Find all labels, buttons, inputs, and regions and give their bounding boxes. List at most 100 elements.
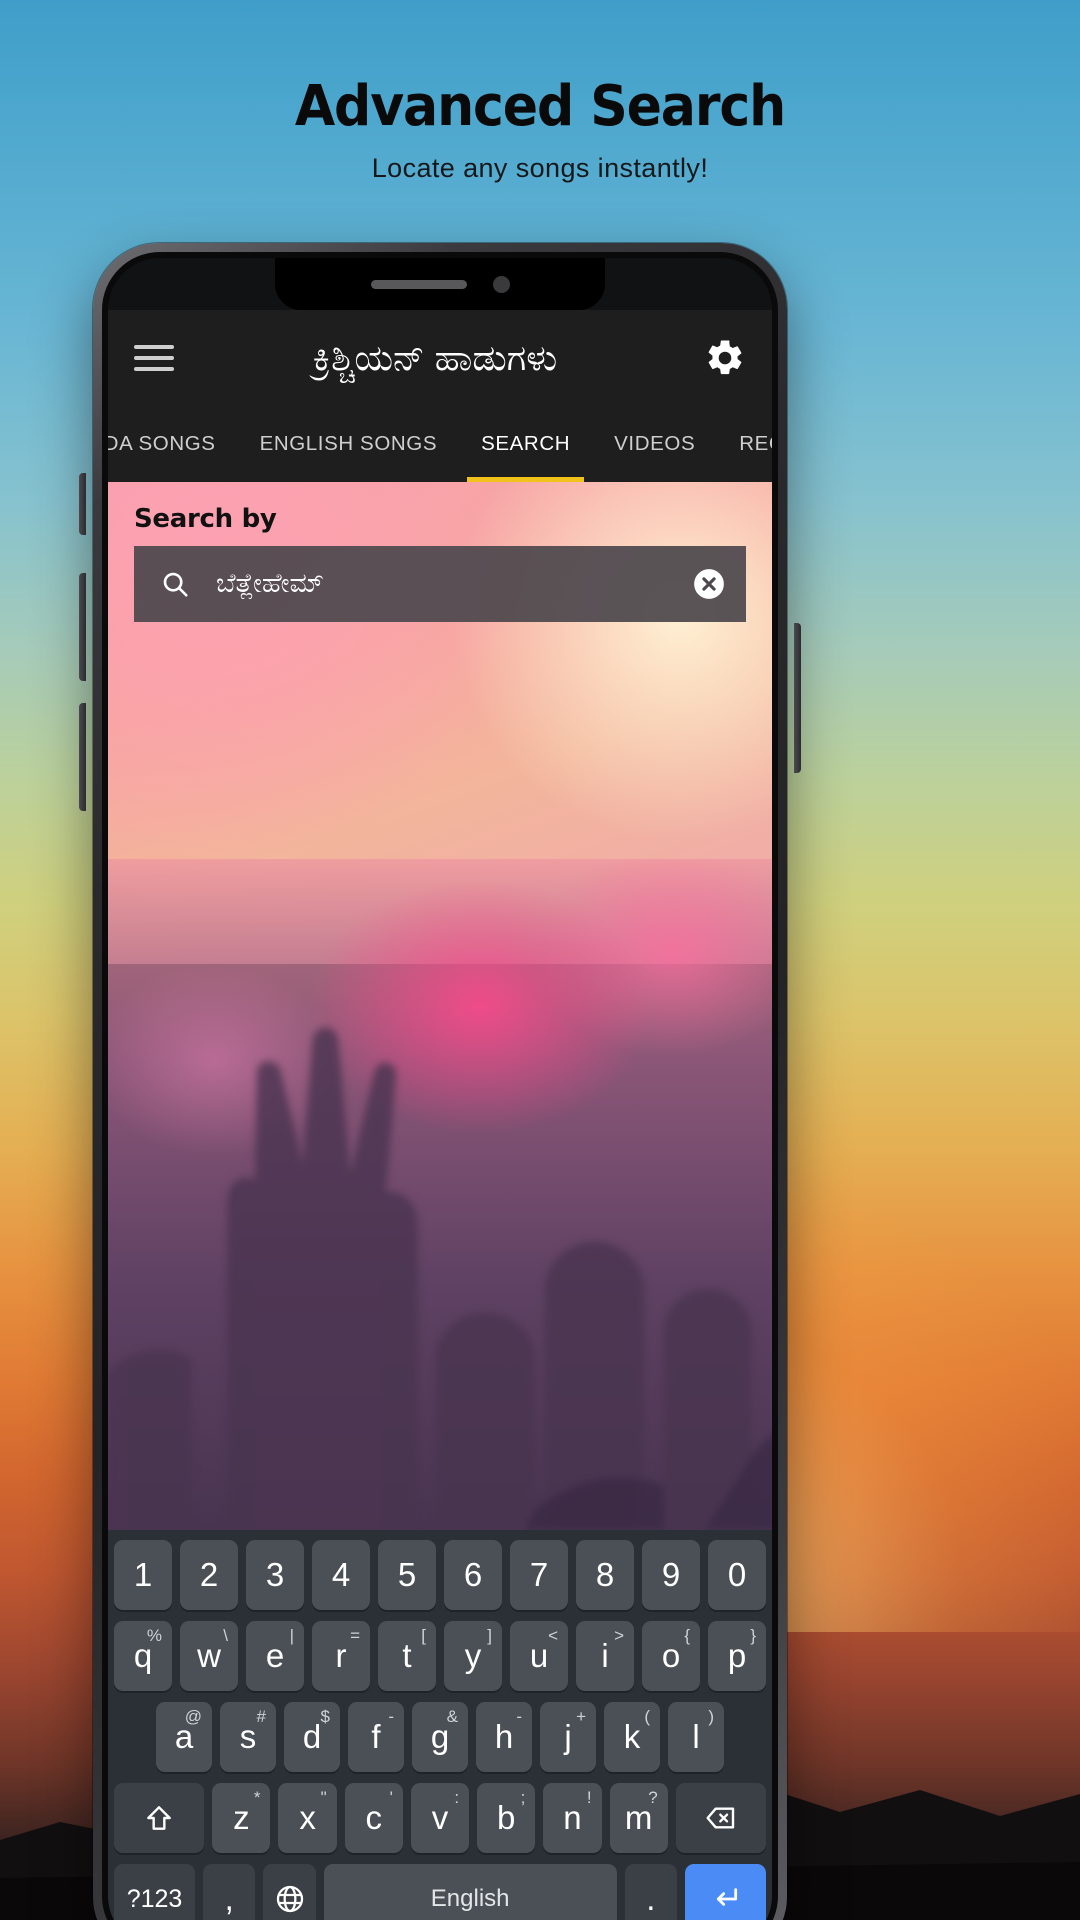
key-t[interactable]: [t xyxy=(378,1621,436,1691)
key-m[interactable]: ? m xyxy=(609,1783,668,1853)
front-camera xyxy=(492,275,510,293)
key-period[interactable]: . xyxy=(624,1864,677,1920)
key-d[interactable]: $ d xyxy=(284,1702,340,1772)
search-input[interactable]: ಬೆತ್ಲೇಹೇಮ್ xyxy=(134,546,746,622)
key-y[interactable]: ] y xyxy=(444,1621,502,1691)
tab-bar[interactable]: NADA SONGS ENGLISH SONGS SEARCH VIDEOS RECEN… xyxy=(108,406,772,482)
keyboard-row: % q \ w | e = r[t] y < u > i{o} p xyxy=(114,1621,766,1691)
enter-icon[interactable] xyxy=(684,1864,767,1920)
globe-icon[interactable] xyxy=(263,1864,316,1920)
key-j[interactable]: + j xyxy=(540,1702,596,1772)
key-4[interactable]: 4 xyxy=(312,1540,370,1610)
key-label: 2 xyxy=(199,1556,219,1593)
key-secondary-label: ] xyxy=(487,1626,492,1645)
key-label: 5 xyxy=(397,1556,417,1593)
key-u[interactable]: < u xyxy=(510,1621,568,1691)
key-0[interactable]: 0 xyxy=(708,1540,766,1610)
app-bar: ಕ್ರಿಶ್ಚಿಯನ್ ಹಾಡುಗಳು xyxy=(108,310,772,406)
phone-screen: ಕ್ರಿಶ್ಚಿಯನ್ ಹಾಡುಗಳು NADA SONGS ENGLISH SO… xyxy=(108,258,772,1920)
search-tab-content: Search by ಬೆತ್ಲೇಹೇಮ್ xyxy=(108,482,772,1530)
key-g[interactable]: & g xyxy=(412,1702,468,1772)
key-label: v xyxy=(431,1799,449,1836)
key-i[interactable]: > i xyxy=(576,1621,634,1691)
hamburger-icon[interactable] xyxy=(134,345,174,371)
key-s[interactable]: # s xyxy=(220,1702,276,1772)
key-label: y xyxy=(464,1637,482,1674)
key-label: 1 xyxy=(133,1556,153,1593)
key-f[interactable]: -f xyxy=(348,1702,404,1772)
key-7[interactable]: 7 xyxy=(510,1540,568,1610)
key-secondary-label: & xyxy=(446,1707,458,1726)
key-o[interactable]: {o xyxy=(642,1621,700,1691)
enter-icon xyxy=(717,1888,738,1906)
key-e[interactable]: | e xyxy=(246,1621,304,1691)
key-secondary-label: * xyxy=(253,1788,261,1807)
key-a[interactable]: @ a xyxy=(156,1702,212,1772)
key-6[interactable]: 6 xyxy=(444,1540,502,1610)
phone-mute-switch[interactable] xyxy=(79,473,86,535)
key-1[interactable]: 1 xyxy=(114,1540,172,1610)
key-label: English xyxy=(430,1885,510,1912)
key-label: ?123 xyxy=(126,1884,183,1913)
key-label: p xyxy=(727,1637,747,1674)
key-h[interactable]: -h xyxy=(476,1702,532,1772)
key-2[interactable]: 2 xyxy=(180,1540,238,1610)
key-v[interactable]: :v xyxy=(410,1783,470,1853)
tab-label: ENGLISH SONGS xyxy=(259,432,438,455)
key-label: e xyxy=(265,1637,285,1674)
key-r[interactable]: = r xyxy=(312,1621,370,1691)
key-label: z xyxy=(233,1799,250,1836)
key-secondary-label: ? xyxy=(648,1788,658,1807)
on-screen-keyboard[interactable]: 1 2 3 4 5 6 7 8 9 0% q \ w | e = r[t] y < u > i{o} p @ a # s $ d - f & g… xyxy=(108,1530,772,1920)
phone-notch xyxy=(275,258,605,310)
tab-nada-songs[interactable]: NADA SONGS xyxy=(108,406,238,482)
key-label: h xyxy=(494,1718,514,1755)
tab-english-songs[interactable]: ENGLISH SONGS xyxy=(238,406,460,482)
background-photo xyxy=(108,482,772,1530)
key-secondary-label: } xyxy=(750,1626,756,1645)
phone-bezel: ಕ್ರಿಶ್ಚಿಯನ್ ಹಾಡುಗಳು NADA SONGS ENGLISH SO… xyxy=(102,252,778,1920)
key-secondary-label: ' xyxy=(389,1788,393,1807)
key-l[interactable]: ) l xyxy=(668,1702,724,1772)
tab-recent[interactable]: RECENT xyxy=(717,406,772,482)
key-symbols[interactable]: ?123 xyxy=(114,1864,196,1920)
key-b[interactable]: ; b xyxy=(477,1783,536,1853)
tab-search[interactable]: SEARCH xyxy=(459,406,592,482)
backspace-icon[interactable] xyxy=(675,1783,766,1853)
key-label: o xyxy=(661,1637,681,1674)
key-secondary-label: \ xyxy=(223,1626,228,1645)
phone-volume-up-button[interactable] xyxy=(79,573,86,681)
key-label: 6 xyxy=(463,1556,483,1593)
shift-icon[interactable] xyxy=(114,1783,205,1853)
key-secondary-label: = xyxy=(350,1626,360,1645)
key-label: 4 xyxy=(331,1556,351,1593)
key-3[interactable]: 3 xyxy=(246,1540,304,1610)
key-label: t xyxy=(402,1637,412,1674)
key-label: d xyxy=(302,1718,322,1755)
key-p[interactable]: } p xyxy=(708,1621,766,1691)
key-secondary-label: > xyxy=(614,1626,624,1645)
key-space[interactable]: English xyxy=(323,1864,617,1920)
tab-label: VIDEOS xyxy=(614,432,696,455)
key-9[interactable]: 9 xyxy=(642,1540,700,1610)
phone-volume-down-button[interactable] xyxy=(79,703,86,811)
gear-icon[interactable] xyxy=(704,337,746,379)
key-label: j xyxy=(564,1718,572,1755)
phone-power-button[interactable] xyxy=(794,623,801,773)
key-w[interactable]: \ w xyxy=(180,1621,238,1691)
key-x[interactable]: " x xyxy=(278,1783,337,1853)
key-n[interactable]: ! n xyxy=(543,1783,602,1853)
key-8[interactable]: 8 xyxy=(576,1540,634,1610)
key-5[interactable]: 5 xyxy=(378,1540,436,1610)
key-label: , xyxy=(224,1880,234,1917)
clear-circle-icon[interactable] xyxy=(692,567,726,601)
key-k[interactable]: (k xyxy=(604,1702,660,1772)
key-label: b xyxy=(497,1799,516,1836)
key-c[interactable]: ' c xyxy=(344,1783,403,1853)
key-secondary-label: ; xyxy=(520,1788,526,1807)
key-z[interactable]: * z xyxy=(212,1783,271,1853)
tab-videos[interactable]: VIDEOS xyxy=(592,406,717,482)
key-comma[interactable]: , xyxy=(203,1864,256,1920)
key-q[interactable]: % q xyxy=(114,1621,172,1691)
tab-label: RECENT xyxy=(739,432,772,455)
